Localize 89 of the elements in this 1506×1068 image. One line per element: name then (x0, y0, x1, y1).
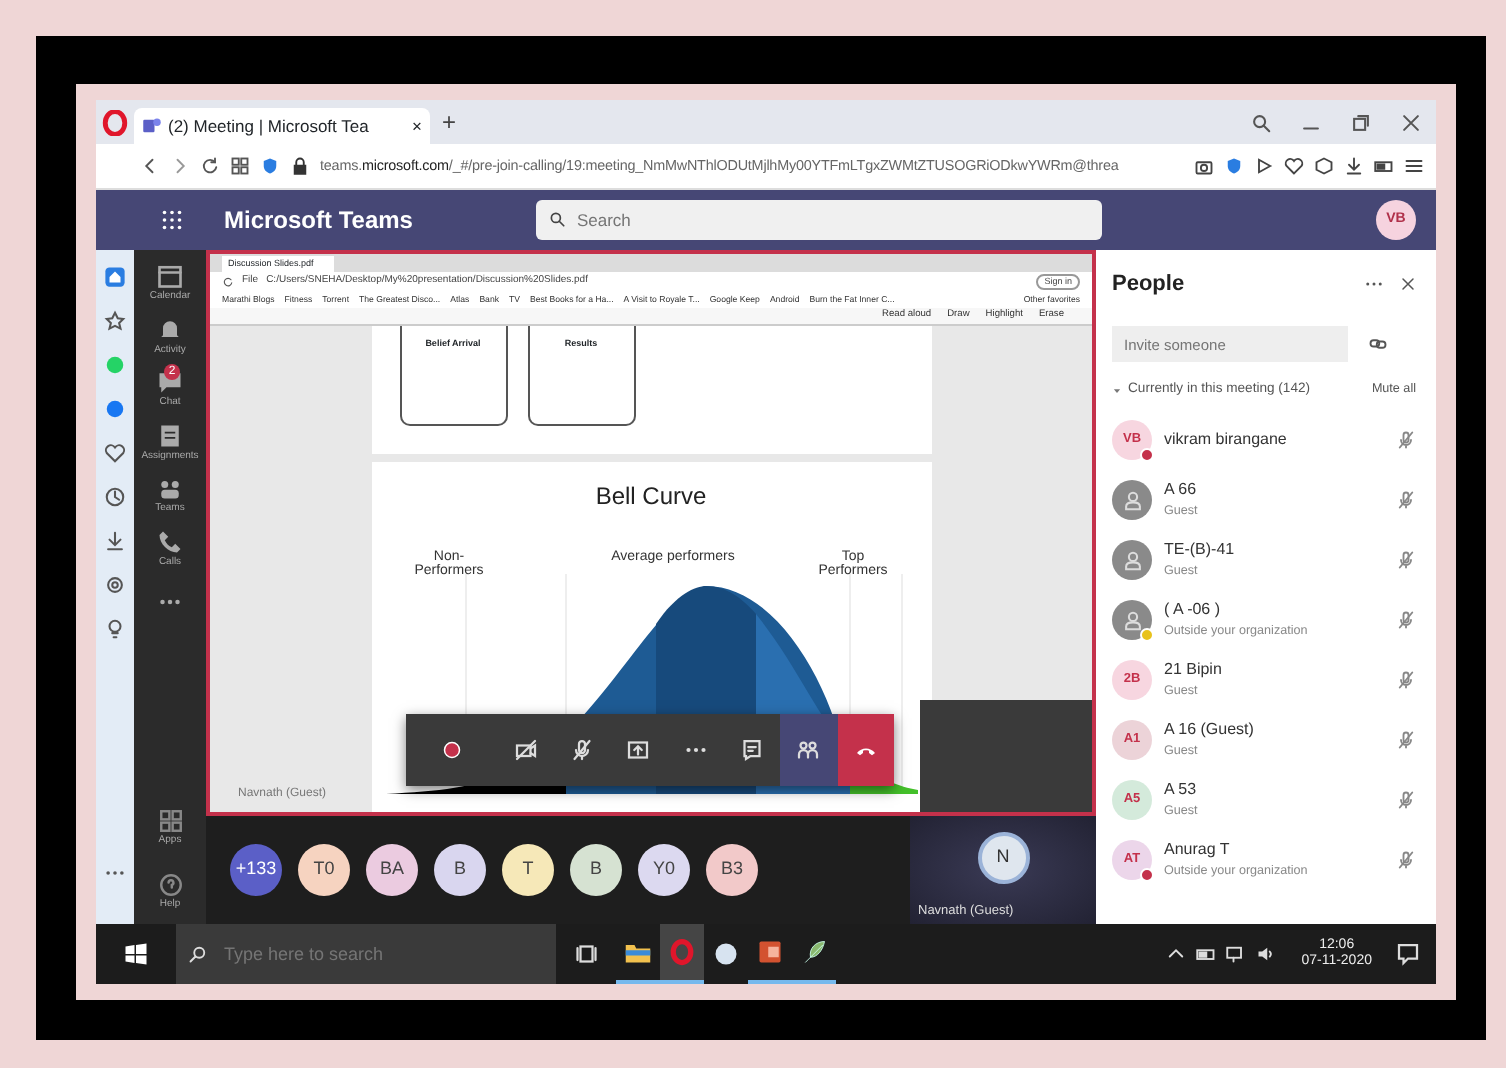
reload-icon[interactable] (222, 276, 234, 288)
opera-logo-icon (668, 938, 696, 966)
windows-logo-icon[interactable] (124, 942, 148, 966)
participant-avatar[interactable]: B (570, 844, 622, 896)
chat-icon (740, 738, 765, 762)
participant-name: 21 Bipin (1164, 658, 1224, 683)
participant-avatar[interactable]: B3 (706, 844, 758, 896)
participant-name: A 53 (1164, 778, 1199, 803)
teams-icon (142, 116, 162, 136)
download-icon[interactable] (104, 530, 126, 552)
orb-icon (712, 940, 740, 968)
participant-name: A 16 (Guest) (1164, 718, 1256, 743)
search-icon (548, 210, 567, 228)
participant-name: ( A -06 ) (1164, 598, 1223, 623)
app-launcher-icon[interactable] (160, 208, 184, 232)
participant-name: A 66 (1164, 478, 1199, 503)
task-view-icon[interactable] (576, 942, 600, 966)
browser-tab[interactable]: (2) Meeting | Microsoft Tea × (134, 108, 430, 144)
heart-icon[interactable] (104, 442, 126, 464)
calendar-icon (155, 262, 184, 290)
microphone-off-icon[interactable] (1396, 490, 1416, 510)
opera-logo-icon[interactable] (102, 109, 128, 135)
participants-button[interactable] (780, 714, 838, 786)
reload-icon[interactable] (200, 156, 220, 176)
search-icon (188, 944, 208, 964)
bulb-icon[interactable] (104, 618, 126, 640)
people-icon (796, 738, 821, 762)
heart-icon[interactable] (1284, 156, 1304, 176)
download-icon[interactable] (1344, 156, 1364, 176)
participant-avatar[interactable]: T (502, 844, 554, 896)
app-title: Microsoft Teams (224, 204, 413, 238)
participant-avatar[interactable]: +133 (230, 844, 282, 896)
feather-icon (800, 938, 828, 966)
lock-icon[interactable] (290, 156, 310, 176)
network-icon[interactable] (1225, 944, 1246, 964)
participant-name: TE-(B)-41 (1164, 538, 1237, 563)
grid-icon[interactable] (230, 156, 250, 176)
panel-title: People (1112, 269, 1187, 300)
star-icon[interactable] (104, 310, 126, 332)
camera-icon[interactable] (1194, 156, 1214, 176)
shield-icon[interactable] (1224, 156, 1244, 176)
participant-avatar[interactable]: N (977, 832, 1029, 884)
person-silhouette-icon (1121, 609, 1143, 631)
apps-icon (157, 808, 183, 834)
participant-avatar[interactable]: T0 (298, 844, 350, 896)
shield-icon[interactable] (260, 156, 280, 176)
notification-icon[interactable] (1396, 942, 1420, 966)
participant-avatar[interactable]: Y0 (638, 844, 690, 896)
microphone-off-icon[interactable] (1396, 670, 1416, 690)
phone-icon (156, 527, 184, 555)
presentation-icon (756, 938, 784, 966)
help-icon (157, 871, 183, 897)
settings-icon[interactable] (104, 574, 126, 596)
close-icon[interactable] (1400, 111, 1422, 133)
bell-icon (156, 315, 184, 343)
participant-avatar[interactable]: B (434, 844, 486, 896)
clock-icon[interactable] (104, 486, 126, 508)
search-field[interactable]: Search (536, 200, 1103, 240)
caret-icon[interactable] (1112, 385, 1122, 395)
link-icon[interactable] (1368, 334, 1388, 354)
participant-name: Anurag T (1164, 838, 1232, 863)
participant-avatar[interactable]: BA (366, 844, 418, 896)
person-silhouette-icon (1121, 549, 1143, 571)
cube-icon[interactable] (1314, 156, 1334, 176)
microphone-off-icon[interactable] (1396, 850, 1416, 870)
home-icon[interactable] (104, 266, 126, 288)
menu-icon[interactable] (1404, 156, 1424, 176)
clipboard-icon (156, 421, 184, 449)
play-icon[interactable] (1254, 156, 1274, 176)
person-silhouette-icon (1121, 489, 1143, 511)
hang-up-button[interactable] (837, 714, 895, 786)
microphone-off-icon[interactable] (1396, 550, 1416, 570)
taskbar-search-field[interactable]: Type here to search (176, 924, 556, 984)
search-icon[interactable] (1250, 111, 1272, 133)
new-tab-button[interactable]: + (442, 104, 457, 140)
close-icon[interactable] (1400, 276, 1416, 292)
microphone-off-icon[interactable] (1396, 430, 1416, 450)
slide-title: Bell Curve (593, 480, 709, 514)
more-icon[interactable] (158, 596, 182, 608)
restore-icon[interactable] (1350, 111, 1372, 133)
record-icon (439, 738, 464, 762)
battery-icon[interactable] (1195, 944, 1216, 964)
microphone-off-icon[interactable] (1396, 610, 1416, 630)
share-icon (626, 738, 651, 762)
participant-name: vikram birangane (1164, 428, 1289, 452)
microphone-off-icon[interactable] (1396, 790, 1416, 810)
microphone-off-icon[interactable] (1396, 730, 1416, 750)
speaker-icon[interactable] (1255, 944, 1276, 964)
battery-icon[interactable] (1374, 156, 1394, 176)
